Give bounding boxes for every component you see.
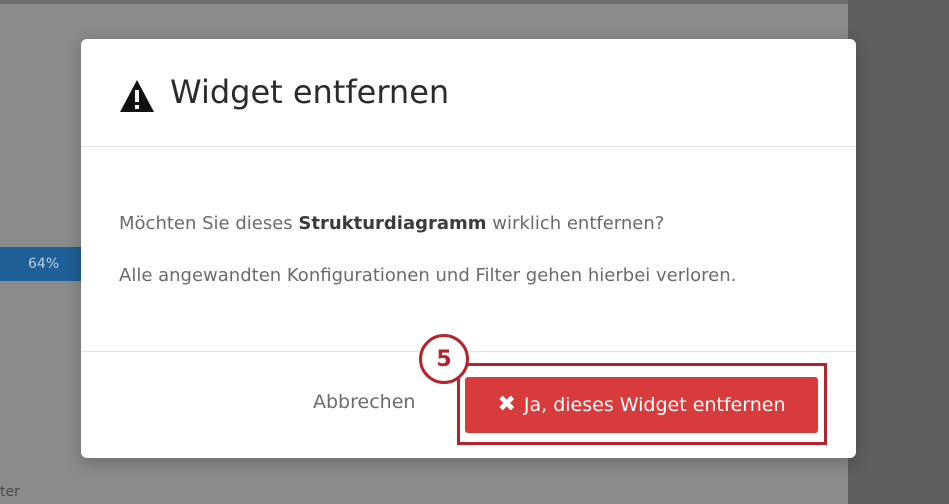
screen: 64% ter Widget entfernen Möchten Sie die… xyxy=(0,0,949,504)
dialog-body: Möchten Sie dieses Strukturdiagramm wirk… xyxy=(81,147,856,351)
background-divider xyxy=(0,0,848,4)
close-x-icon: ✖ xyxy=(497,392,516,417)
dialog-footer: Abbrechen ✖ Ja, dieses Widget entfernen … xyxy=(81,334,856,458)
dialog-header: Widget entfernen xyxy=(81,39,856,147)
confirmation-message: Möchten Sie dieses Strukturdiagramm wirk… xyxy=(119,213,664,234)
widget-type-name: Strukturdiagramm xyxy=(298,213,487,234)
cancel-button[interactable]: Abbrechen xyxy=(313,391,415,413)
remove-widget-dialog: Widget entfernen Möchten Sie dieses Stru… xyxy=(81,39,856,458)
step-number-badge: 5 xyxy=(419,334,469,384)
progress-label: 64% xyxy=(28,256,60,272)
message-suffix: wirklich entfernen? xyxy=(486,213,665,234)
warning-message: Alle angewandten Konfigurationen und Fil… xyxy=(119,265,737,286)
confirm-remove-label: Ja, dieses Widget entfernen xyxy=(523,394,786,416)
confirm-remove-button[interactable]: ✖ Ja, dieses Widget entfernen xyxy=(465,377,818,433)
message-prefix: Möchten Sie dieses xyxy=(119,213,299,234)
warning-triangle-icon xyxy=(120,80,154,112)
background-sidebar xyxy=(848,0,949,504)
dialog-title: Widget entfernen xyxy=(170,73,450,111)
background-text-fragment: ter xyxy=(0,484,20,500)
